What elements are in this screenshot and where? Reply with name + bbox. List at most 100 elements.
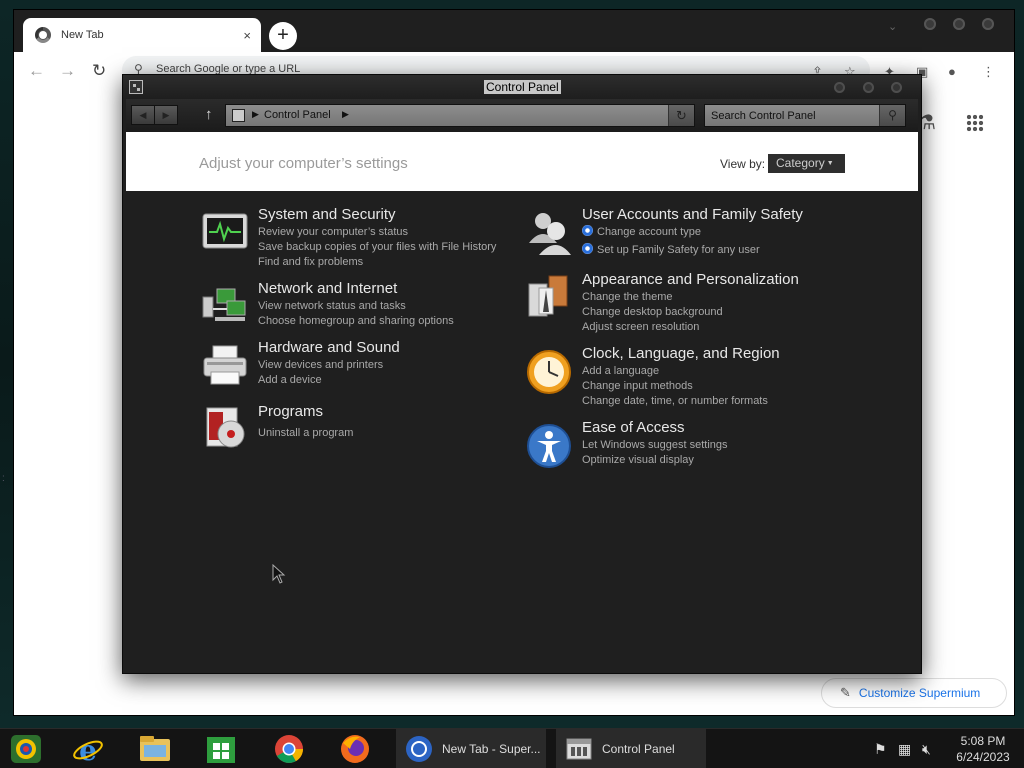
- category-title[interactable]: User Accounts and Family Safety: [582, 205, 842, 225]
- category-link[interactable]: Review your computer’s status: [258, 225, 518, 240]
- cp-back-button[interactable]: ◀: [131, 105, 155, 125]
- internet-explorer-icon[interactable]: e: [71, 733, 105, 765]
- accessibility-icon[interactable]: [525, 422, 573, 470]
- address-cp-icon: [232, 109, 245, 122]
- category-link[interactable]: Change desktop background: [582, 305, 842, 320]
- category-link[interactable]: Optimize visual display: [582, 453, 842, 468]
- cp-header: ◀ ▶ ↑ ▶ Control Panel ▶ ↻ ⚲ Adjust your …: [126, 99, 918, 191]
- chevron-down-icon: ▼: [826, 160, 834, 167]
- taskbar-clock[interactable]: 5:08 PM 6/24/2023: [948, 733, 1018, 765]
- file-explorer-icon[interactable]: [138, 733, 172, 765]
- breadcrumb-chevron-icon[interactable]: ▶: [252, 109, 259, 120]
- page-heading: Adjust your computer’s settings: [199, 155, 408, 172]
- category-title[interactable]: Hardware and Sound: [258, 338, 518, 358]
- category-link[interactable]: View devices and printers: [258, 358, 518, 373]
- browser-tab-favicon-icon: [35, 27, 51, 43]
- category-link[interactable]: View network status and tasks: [258, 299, 518, 314]
- cp-forward-button[interactable]: ▶: [154, 105, 178, 125]
- cp-title-bar[interactable]: Control Panel: [123, 75, 921, 99]
- category-title[interactable]: Network and Internet: [258, 279, 518, 299]
- firefox-icon[interactable]: [338, 733, 372, 765]
- clock-time: 5:08 PM: [960, 734, 1006, 748]
- customize-button[interactable]: ✎ Customize Supermium: [821, 678, 1007, 708]
- back-arrow-icon[interactable]: ←: [28, 61, 45, 81]
- refresh-icon[interactable]: ↻: [668, 105, 694, 126]
- svg-text:e: e: [79, 734, 97, 765]
- tab-close-icon[interactable]: ×: [243, 28, 251, 43]
- users-icon[interactable]: [525, 209, 573, 257]
- action-center-flag-icon[interactable]: ⚑: [874, 741, 887, 758]
- programs-icon[interactable]: [201, 406, 249, 454]
- chrome-icon: [406, 736, 432, 762]
- category-link[interactable]: Save backup copies of your files with Fi…: [258, 240, 518, 255]
- taskbar: e New Tab - Super... Control Panel ⚑ ▦ 🔇…: [0, 728, 1024, 768]
- volume-muted-icon[interactable]: 🔇︎: [922, 741, 931, 758]
- pencil-icon: ✎: [840, 685, 851, 700]
- new-tab-button[interactable]: +: [269, 22, 297, 50]
- taskbar-task-label: Control Panel: [602, 742, 675, 756]
- appearance-icon[interactable]: [525, 274, 573, 322]
- chrome-icon[interactable]: [272, 733, 306, 765]
- search-icon[interactable]: ⚲: [879, 105, 905, 126]
- category-link[interactable]: Change input methods: [582, 379, 842, 394]
- reload-icon[interactable]: ↻: [92, 61, 106, 81]
- taskbar-task-control-panel[interactable]: Control Panel: [556, 729, 706, 768]
- category-title[interactable]: Programs: [258, 402, 518, 422]
- customize-label: Customize Supermium: [858, 686, 981, 700]
- cp-window-title: Control Panel: [484, 80, 561, 94]
- category-title[interactable]: System and Security: [258, 205, 518, 225]
- store-icon[interactable]: [204, 733, 238, 765]
- browser-tab[interactable]: New Tab ×: [23, 18, 261, 52]
- cp-search-input[interactable]: [711, 108, 877, 123]
- category-link[interactable]: Change account type: [582, 225, 842, 240]
- browser-minimize-button[interactable]: [924, 18, 936, 30]
- tab-search-chevron-icon[interactable]: ⌄: [888, 20, 897, 33]
- mouse-cursor-icon: [272, 564, 286, 584]
- breadcrumb-control-panel[interactable]: Control Panel: [264, 109, 331, 121]
- clock-date: 6/24/2023: [956, 750, 1010, 764]
- view-by-label: View by:: [720, 157, 766, 171]
- cp-maximize-button[interactable]: [863, 82, 874, 93]
- control-panel-icon: [566, 738, 592, 760]
- category-link[interactable]: Find and fix problems: [258, 255, 518, 270]
- category-link[interactable]: Set up Family Safety for any user: [582, 243, 842, 258]
- network-icon[interactable]: [201, 283, 249, 331]
- control-panel-app-icon[interactable]: [129, 80, 143, 94]
- cp-minimize-button[interactable]: [834, 82, 845, 93]
- view-by-value: Category: [776, 156, 825, 170]
- control-panel-window: Control Panel ◀ ▶ ↑ ▶ Control Panel ▶ ↻ …: [122, 74, 922, 674]
- category-title[interactable]: Ease of Access: [582, 418, 842, 438]
- category-title[interactable]: Appearance and Personalization: [582, 270, 842, 290]
- category-link[interactable]: Add a device: [258, 373, 518, 388]
- printer-icon[interactable]: [201, 342, 249, 390]
- category-link[interactable]: Change the theme: [582, 290, 842, 305]
- browser-tab-bar: New Tab × + ⌄: [14, 10, 1014, 52]
- forward-arrow-icon[interactable]: →: [59, 61, 76, 81]
- category-link[interactable]: Change date, time, or number formats: [582, 394, 842, 409]
- browser-close-button[interactable]: [982, 18, 994, 30]
- view-by-dropdown[interactable]: Category ▼: [768, 154, 845, 173]
- category-link[interactable]: Adjust screen resolution: [582, 320, 842, 335]
- category-title[interactable]: Clock, Language, and Region: [582, 344, 842, 364]
- up-arrow-icon[interactable]: ↑: [205, 106, 213, 123]
- cp-close-button[interactable]: [891, 82, 902, 93]
- profile-avatar-icon[interactable]: ●: [948, 64, 956, 79]
- cp-navigation-bar: ◀ ▶ ↑ ▶ Control Panel ▶ ↻ ⚲: [126, 99, 918, 132]
- category-link[interactable]: Uninstall a program: [258, 426, 518, 441]
- network-status-icon[interactable]: ▦: [898, 741, 911, 758]
- cp-search-box[interactable]: ⚲: [704, 104, 906, 127]
- breadcrumb-chevron-icon[interactable]: ▶: [342, 109, 349, 120]
- category-link[interactable]: Add a language: [582, 364, 842, 379]
- browser-menu-icon[interactable]: ⋮: [982, 64, 995, 80]
- category-link[interactable]: Let Windows suggest settings: [582, 438, 842, 453]
- start-button-icon[interactable]: [9, 733, 43, 765]
- google-apps-icon[interactable]: [966, 114, 984, 132]
- taskbar-task-browser[interactable]: New Tab - Super...: [396, 729, 546, 768]
- clock-icon[interactable]: [525, 348, 573, 396]
- browser-maximize-button[interactable]: [953, 18, 965, 30]
- cp-address-bar[interactable]: ▶ Control Panel ▶ ↻: [225, 104, 695, 127]
- browser-tab-title: New Tab: [61, 29, 104, 41]
- category-link[interactable]: Choose homegroup and sharing options: [258, 314, 518, 329]
- system-security-icon[interactable]: [201, 209, 249, 257]
- taskbar-task-label: New Tab - Super...: [442, 742, 541, 756]
